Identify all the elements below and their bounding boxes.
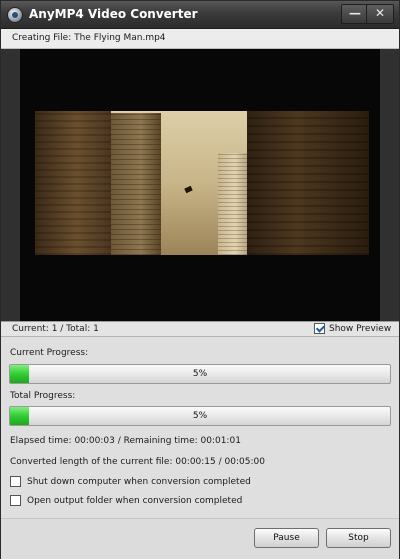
shutdown-label[interactable]: Shut down computer when conversion compl… bbox=[27, 477, 251, 487]
open-folder-label[interactable]: Open output folder when conversion compl… bbox=[27, 496, 242, 506]
preview-screen bbox=[20, 49, 380, 321]
converted-length-text: Converted length of the current file: 00… bbox=[10, 457, 265, 467]
open-folder-option[interactable]: Open output folder when conversion compl… bbox=[10, 495, 242, 506]
window-title: AnyMP4 Video Converter bbox=[29, 7, 198, 21]
pause-button[interactable]: Pause bbox=[254, 528, 319, 548]
shutdown-option[interactable]: Shut down computer when conversion compl… bbox=[10, 476, 251, 487]
elapsed-time-text: Elapsed time: 00:00:03 / Remaining time:… bbox=[10, 436, 241, 446]
creating-file-label: Creating File: The Flying Man.mp4 bbox=[12, 33, 166, 43]
action-bar: Pause Stop bbox=[1, 518, 399, 559]
building-left bbox=[35, 111, 111, 255]
current-progress-bar: 5% bbox=[9, 364, 391, 384]
show-preview-checkbox[interactable] bbox=[314, 323, 325, 334]
preview-status-strip: Current: 1 / Total: 1 Show Preview bbox=[1, 321, 399, 337]
title-bar[interactable]: AnyMP4 Video Converter — ✕ bbox=[1, 1, 399, 29]
progress-section: Current Progress: 5% Total Progress: 5% … bbox=[1, 338, 399, 518]
total-progress-bar: 5% bbox=[9, 406, 391, 426]
open-folder-checkbox[interactable] bbox=[10, 495, 21, 506]
app-logo-icon bbox=[7, 7, 23, 23]
preview-area bbox=[1, 49, 399, 321]
total-progress-percent: 5% bbox=[192, 411, 208, 421]
file-counter: Current: 1 / Total: 1 bbox=[12, 324, 99, 334]
show-preview-toggle[interactable]: Show Preview bbox=[314, 323, 391, 334]
close-button[interactable]: ✕ bbox=[366, 4, 394, 24]
minimize-icon: — bbox=[349, 6, 361, 20]
building-mid-left bbox=[111, 113, 161, 255]
converter-window: AnyMP4 Video Converter — ✕ Creating File… bbox=[0, 0, 400, 559]
shutdown-checkbox[interactable] bbox=[10, 476, 21, 487]
minimize-button[interactable]: — bbox=[341, 4, 369, 24]
close-icon: ✕ bbox=[374, 6, 386, 20]
total-progress-label: Total Progress: bbox=[10, 391, 76, 401]
current-progress-label: Current Progress: bbox=[10, 348, 89, 358]
show-preview-label[interactable]: Show Preview bbox=[329, 324, 391, 334]
building-right bbox=[247, 111, 369, 255]
stop-button[interactable]: Stop bbox=[326, 528, 391, 548]
creating-file-bar: Creating File: The Flying Man.mp4 bbox=[1, 29, 399, 49]
video-frame bbox=[35, 111, 369, 255]
current-progress-percent: 5% bbox=[192, 369, 208, 379]
flying-figure bbox=[184, 185, 193, 194]
